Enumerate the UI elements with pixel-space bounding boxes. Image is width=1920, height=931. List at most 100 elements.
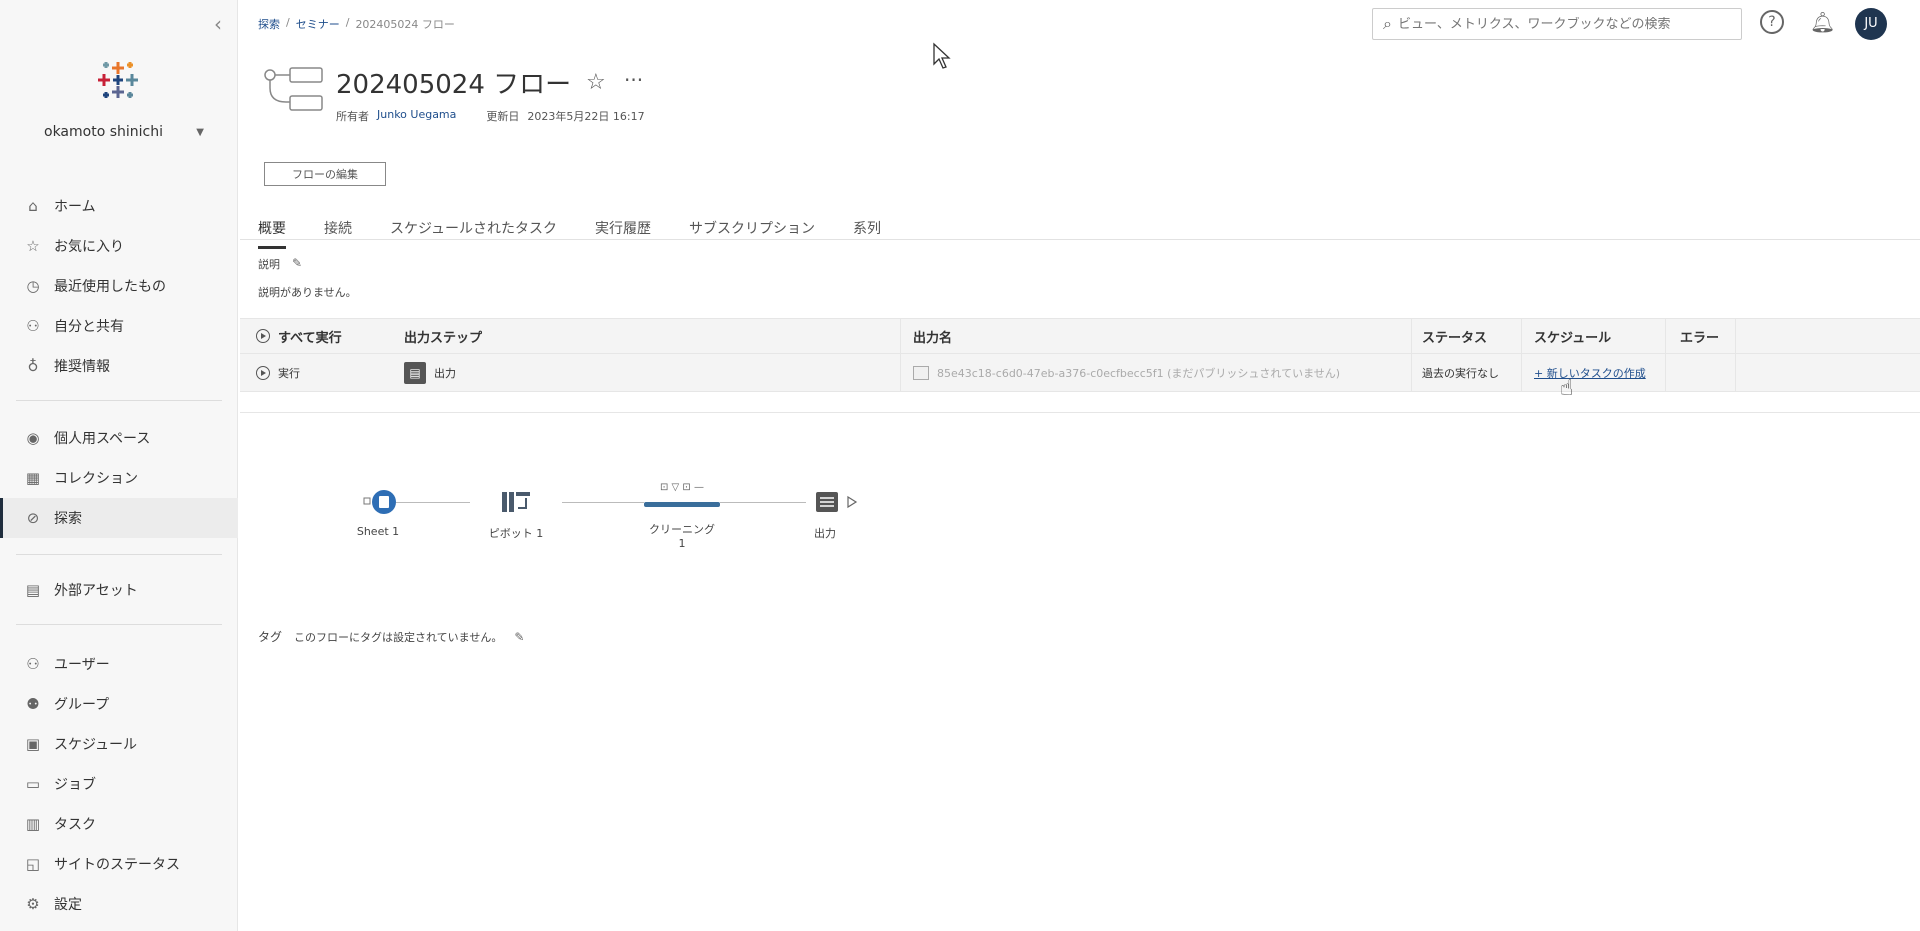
cell-output-name: 85e43c18-c6d0-47eb-a376-c0ecfbecc5f1 (まだ… xyxy=(900,354,1412,391)
run-all-header[interactable]: すべて実行 xyxy=(240,327,392,346)
tab-connections[interactable]: 接続 xyxy=(324,214,352,249)
tabs-divider xyxy=(240,239,1920,240)
flow-node-label: Sheet 1 xyxy=(356,525,400,538)
tab-scheduled-tasks[interactable]: スケジュールされたタスク xyxy=(390,214,557,249)
users-icon: ⚇ xyxy=(26,655,40,673)
sidebar-divider xyxy=(16,624,222,625)
search-input[interactable] xyxy=(1397,16,1718,32)
sidebar-item-label: 推奨情報 xyxy=(54,359,110,375)
search-box[interactable]: ⌕ xyxy=(1372,8,1742,40)
tab-overview[interactable]: 概要 xyxy=(258,214,286,249)
table-row: 実行 ▤ 出力 85e43c18-c6d0-47eb-a376-c0ecfbec… xyxy=(240,354,1920,392)
sidebar-divider xyxy=(16,554,222,555)
tab-subscriptions[interactable]: サブスクリプション xyxy=(689,214,815,249)
flow-connector xyxy=(720,502,806,503)
sidebar-item-label: タスク xyxy=(54,817,96,833)
run-play-icon xyxy=(256,365,270,380)
run-all-play-icon xyxy=(256,329,270,343)
tab-lineage[interactable]: 系列 xyxy=(853,214,881,249)
sidebar-item-external-assets[interactable]: ▤ 外部アセット xyxy=(0,570,238,610)
cell-schedule: + 新しいタスクの作成 xyxy=(1522,354,1666,391)
favorite-star-icon[interactable]: ☆ xyxy=(586,70,606,95)
site-status-icon: ◱ xyxy=(25,855,41,873)
sidebar-item-label: 設定 xyxy=(54,897,82,913)
cleaning-step-icons: ⊡ ▽ ⊡ — xyxy=(660,482,704,493)
sidebar-item-label: サイトのステータス xyxy=(54,857,180,873)
header-output-name: 出力名 xyxy=(900,319,1412,353)
search-icon: ⌕ xyxy=(1383,14,1392,33)
sidebar-item-users[interactable]: ⚇ ユーザー xyxy=(0,644,238,684)
sidebar-item-home[interactable]: ⌂ ホーム xyxy=(0,186,238,226)
create-new-task-link[interactable]: + 新しいタスクの作成 xyxy=(1534,365,1646,381)
flow-node-pivot[interactable]: ピボット 1 xyxy=(470,488,562,541)
flow-node-cleaning[interactable]: ⊡ ▽ ⊡ — クリーニング 1 xyxy=(644,482,720,550)
collection-icon: ▦ xyxy=(25,469,41,487)
sidebar: ‹ okamoto shinichi ▼ ⌂ ホーム ☆ お気に入り ◷ 最近使… xyxy=(0,0,238,931)
breadcrumb-link-seminar[interactable]: セミナー xyxy=(296,16,340,32)
sidebar-item-settings[interactable]: ⚙ 設定 xyxy=(0,884,238,924)
user-menu[interactable]: okamoto shinichi ▼ xyxy=(44,124,204,140)
sidebar-item-shared[interactable]: ⚇ 自分と共有 xyxy=(0,306,238,346)
outputs-table: すべて実行 出力ステップ 出力名 ステータス スケジュール エラー 実行 ▤ 出… xyxy=(240,318,1920,392)
flow-node-output[interactable]: 出力 xyxy=(806,488,872,541)
tab-bar: 概要 接続 スケジュールされたタスク 実行履歴 サブスクリプション 系列 xyxy=(258,214,919,249)
flow-diagram: Sheet 1 ピボット 1 ⊡ ▽ ⊡ — クリーニング 1 出力 xyxy=(340,480,880,560)
owner-label: 所有者 xyxy=(336,110,369,123)
sidebar-item-site-status[interactable]: ◱ サイトのステータス xyxy=(0,844,238,884)
edit-flow-button[interactable]: フローの編集 xyxy=(264,162,386,186)
edit-description-pencil-icon[interactable]: ✎ xyxy=(292,256,302,272)
user-name: okamoto shinichi xyxy=(44,124,163,140)
page-title: 202405024 フロー xyxy=(336,70,572,100)
edit-tags-pencil-icon[interactable]: ✎ xyxy=(514,630,524,644)
more-actions-icon[interactable]: ··· xyxy=(624,68,643,92)
sidebar-item-schedules[interactable]: ▣ スケジュール xyxy=(0,724,238,764)
flow-node-label: クリーニング 1 xyxy=(649,523,715,550)
sidebar-item-groups[interactable]: ⚉ グループ xyxy=(0,684,238,724)
tags-empty-text: このフローにタグは設定されていません。 xyxy=(294,630,503,644)
shared-icon: ⚇ xyxy=(26,317,40,335)
mouse-pointer-icon xyxy=(933,42,951,69)
description-header: 説明 ✎ xyxy=(258,256,302,272)
avatar[interactable]: JU xyxy=(1855,8,1887,40)
flow-node-label: 出力 xyxy=(814,527,836,540)
sidebar-item-label: お気に入り xyxy=(54,239,124,255)
table-header: すべて実行 出力ステップ 出力名 ステータス スケジュール エラー xyxy=(240,318,1920,354)
help-icon[interactable]: ? xyxy=(1760,10,1784,34)
owner-link[interactable]: Junko Uegama xyxy=(377,108,456,124)
run-label: 実行 xyxy=(278,366,300,380)
sidebar-item-label: 個人用スペース xyxy=(54,431,151,447)
sidebar-item-tasks[interactable]: ▥ タスク xyxy=(0,804,238,844)
header-output-step: 出力ステップ xyxy=(404,330,483,346)
sidebar-item-collections[interactable]: ▦ コレクション xyxy=(0,458,238,498)
tags-label: タグ xyxy=(258,630,283,644)
collapse-sidebar-icon[interactable]: ‹ xyxy=(214,12,222,36)
updated-label: 更新日 xyxy=(486,110,520,123)
section-divider xyxy=(240,412,1920,413)
sidebar-item-explore[interactable]: ⊘ 探索 xyxy=(0,498,238,538)
sidebar-item-recommendations[interactable]: ♁ 推奨情報 xyxy=(0,346,238,386)
sidebar-item-recents[interactable]: ◷ 最近使用したもの xyxy=(0,266,238,306)
description-label: 説明 xyxy=(258,258,280,271)
cell-status: 過去の実行なし xyxy=(1412,354,1522,391)
home-icon: ⌂ xyxy=(28,197,38,215)
nav-external: ▤ 外部アセット xyxy=(0,570,238,610)
hand-pointer-icon: ☝︎ xyxy=(1560,376,1574,401)
sidebar-item-personal-space[interactable]: ◉ 個人用スペース xyxy=(0,418,238,458)
sidebar-item-favorites[interactable]: ☆ お気に入り xyxy=(0,226,238,266)
sidebar-item-label: 自分と共有 xyxy=(54,319,124,335)
run-button[interactable]: 実行 xyxy=(240,365,392,381)
sidebar-item-label: コレクション xyxy=(54,471,138,487)
flow-meta: 所有者 Junko Uegama 更新日 2023年5月22日 16:17 xyxy=(336,108,645,124)
sidebar-item-jobs[interactable]: ▭ ジョブ xyxy=(0,764,238,804)
breadcrumb-separator: / xyxy=(345,16,350,29)
star-icon: ☆ xyxy=(26,237,40,255)
flow-connector xyxy=(562,502,644,503)
header-schedule: スケジュール xyxy=(1522,319,1666,353)
tab-run-history[interactable]: 実行履歴 xyxy=(595,214,651,249)
settings-icon: ⚙ xyxy=(26,895,40,913)
flow-icon xyxy=(264,67,323,111)
breadcrumb-link-explore[interactable]: 探索 xyxy=(258,16,280,32)
bell-icon[interactable]: 🔔︎ xyxy=(1810,10,1835,34)
app: ‹ okamoto shinichi ▼ ⌂ ホーム ☆ お気に入り ◷ 最近使… xyxy=(0,0,1920,931)
flow-node-sheet[interactable]: Sheet 1 xyxy=(340,488,416,538)
